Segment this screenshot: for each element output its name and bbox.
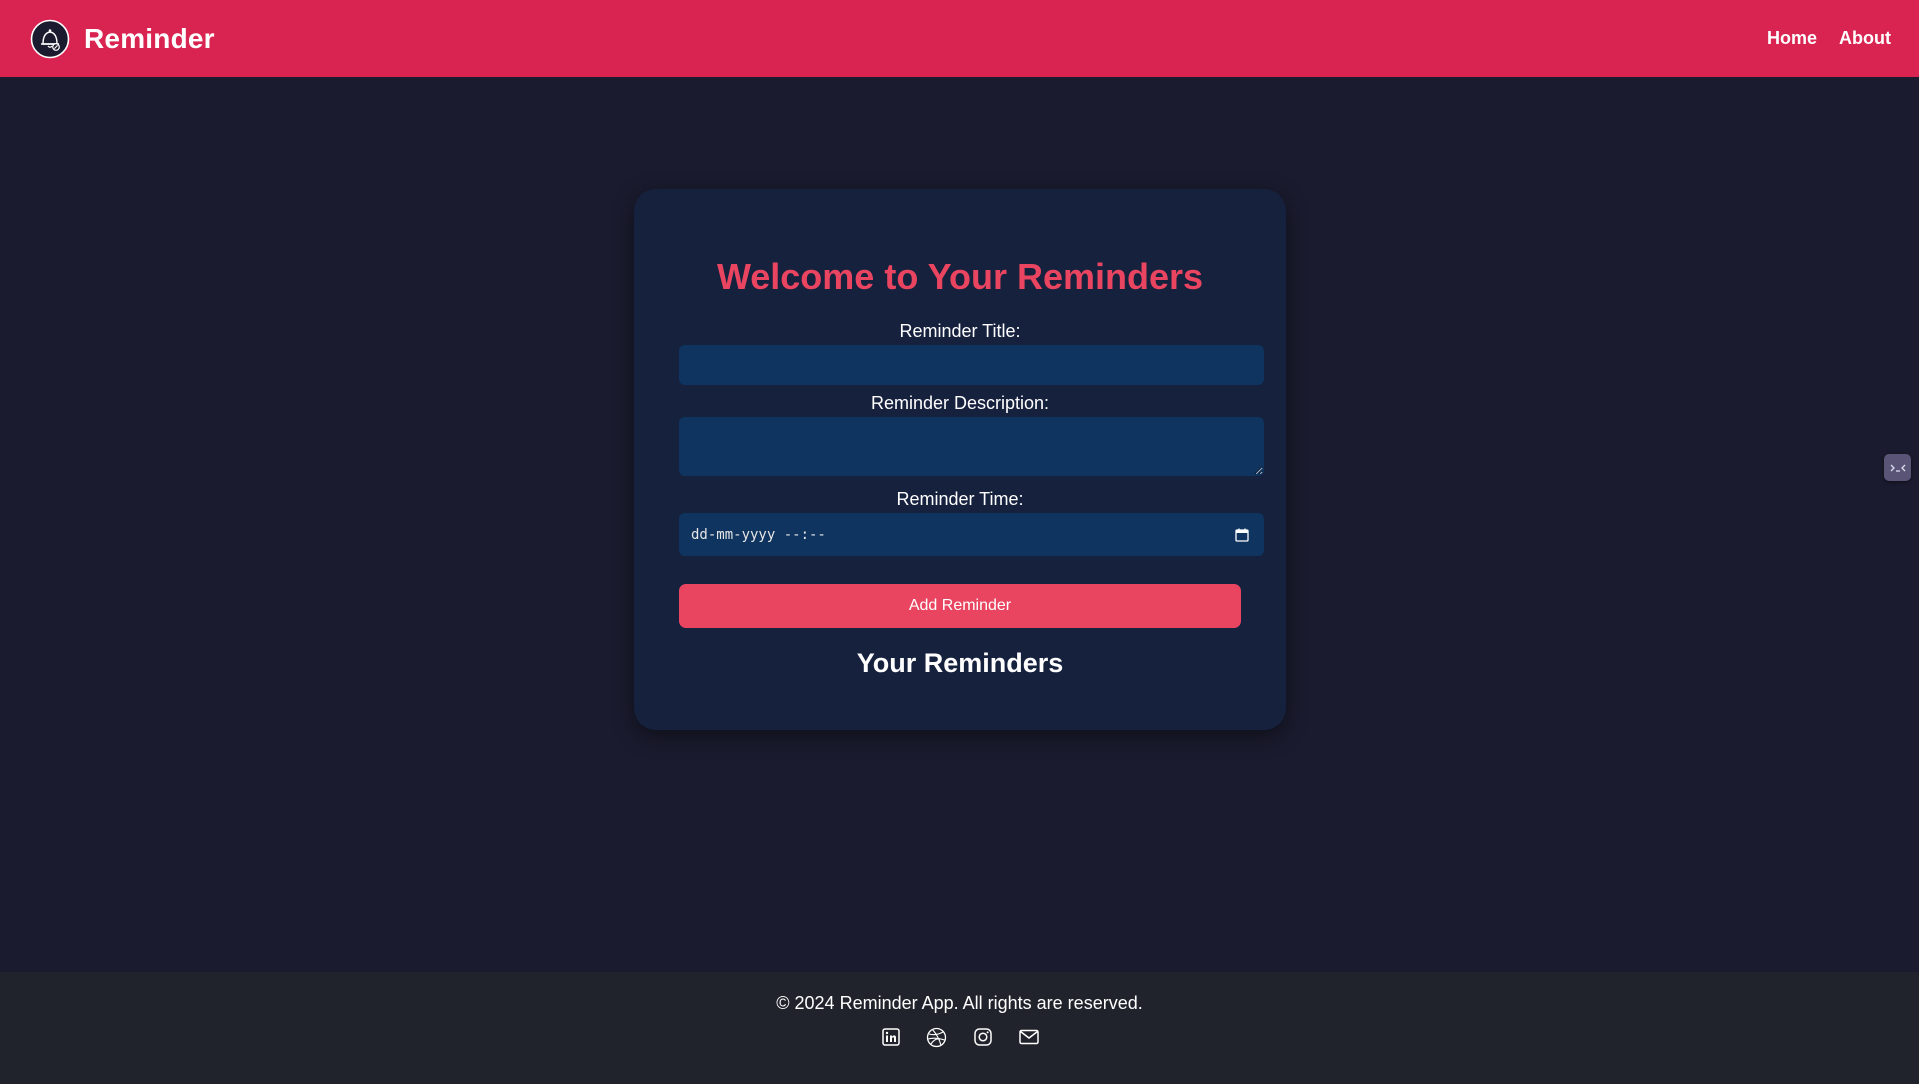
reminder-time-input[interactable]: dd-mm-yyyy --:-- [679,513,1264,556]
reminder-title-label: Reminder Title: [899,321,1021,341]
reminder-description-input[interactable] [679,417,1264,476]
footer-copyright: © 2024 Reminder App. All rights are rese… [776,993,1143,1013]
navbar: Reminder Home About [0,0,1919,77]
footer: © 2024 Reminder App. All rights are rese… [0,972,1919,1084]
nav-link-about[interactable]: About [1839,28,1891,49]
reminders-list-title: Your Reminders [856,648,1064,678]
reminder-description-label: Reminder Description: [870,393,1050,413]
bell-logo-icon [30,19,70,58]
instagram-icon[interactable] [972,1026,994,1048]
brand-name: Reminder [84,22,215,54]
terminal-icon [1890,464,1905,472]
mail-icon[interactable] [1018,1026,1040,1048]
calendar-icon[interactable] [1235,528,1249,542]
nav-link-home[interactable]: Home [1767,28,1817,49]
linkedin-icon[interactable] [880,1026,902,1048]
reminder-time-label: Reminder Time: [896,489,1024,509]
social-links [0,1026,1919,1048]
brand-link[interactable]: Reminder [30,19,215,59]
reminder-card: Welcome to Your Reminders Reminder Title… [634,189,1286,730]
extension-widget-icon[interactable] [1884,454,1911,481]
page-title: Welcome to Your Reminders [716,256,1204,297]
reminder-time-placeholder: dd-mm-yyyy --:-- [691,526,826,543]
reminder-title-input[interactable] [679,345,1264,385]
dribbble-icon[interactable] [926,1026,948,1048]
add-reminder-button[interactable]: Add Reminder [679,584,1241,628]
nav-links: Home About [1767,28,1891,49]
